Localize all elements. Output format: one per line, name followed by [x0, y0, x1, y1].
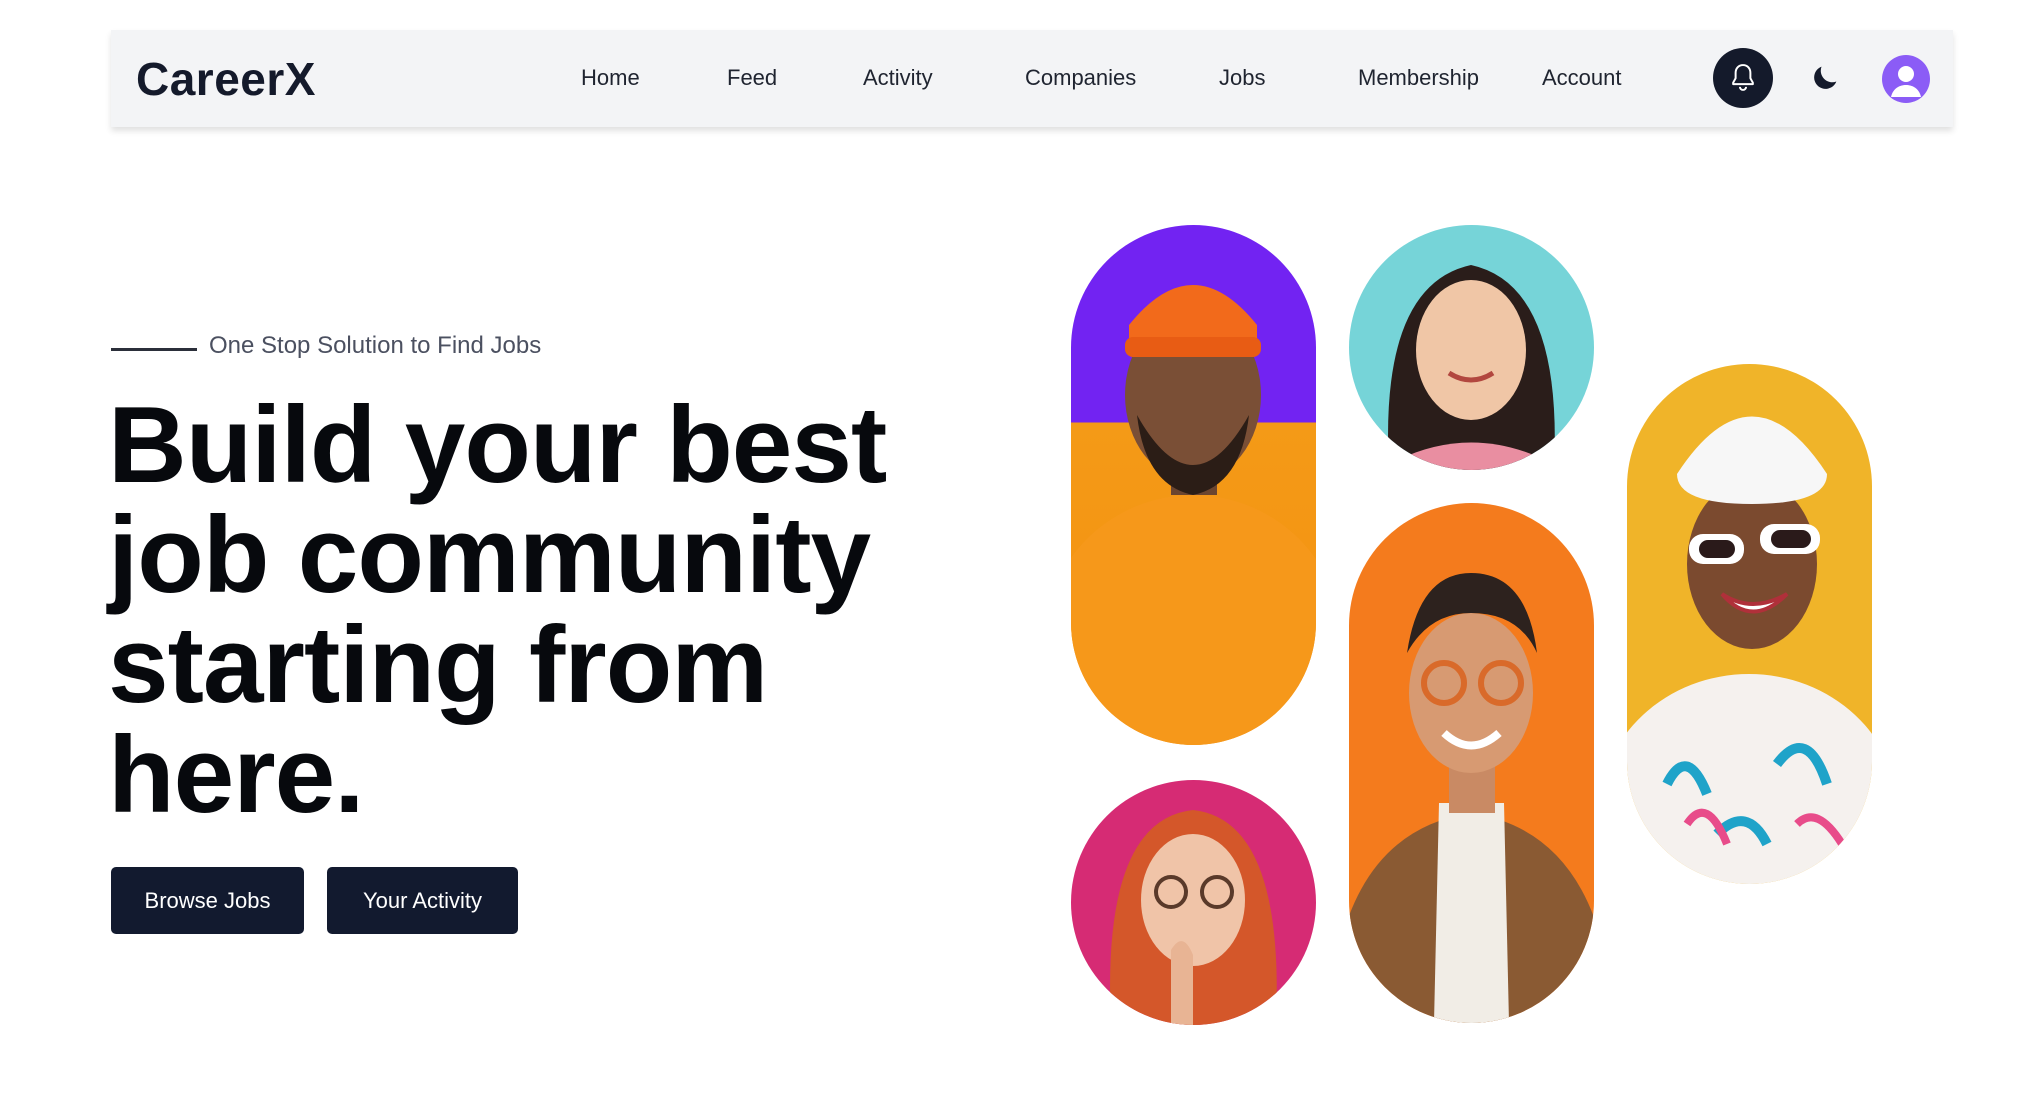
nav-link-feed[interactable]: Feed	[727, 65, 777, 91]
portrait-man-orange-beanie	[1071, 225, 1316, 745]
theme-toggle-button[interactable]	[1805, 58, 1845, 98]
user-avatar-button[interactable]	[1882, 55, 1930, 103]
tagline: One Stop Solution to Find Jobs	[111, 330, 541, 362]
page: CareerX Home Feed Activity Companies Job…	[0, 0, 2038, 1114]
user-avatar-icon	[1891, 66, 1921, 97]
nav-link-membership[interactable]: Membership	[1358, 65, 1479, 91]
nav-link-jobs[interactable]: Jobs	[1219, 65, 1265, 91]
your-activity-button[interactable]: Your Activity	[327, 867, 518, 934]
portrait-woman-sunglasses-yellow	[1627, 364, 1872, 884]
portrait-woman-smiling-teal	[1349, 225, 1594, 470]
nav-link-companies[interactable]: Companies	[1025, 65, 1136, 91]
hero-title-line: starting from	[108, 604, 768, 726]
navbar: CareerX Home Feed Activity Companies Job…	[111, 30, 1953, 127]
portrait-woman-redhead-pink	[1071, 780, 1316, 1025]
hero-title-line: here.	[108, 714, 365, 836]
tagline-divider	[111, 347, 197, 351]
tagline-text: One Stop Solution to Find Jobs	[209, 332, 542, 359]
hero-title-line: Build your best	[108, 384, 887, 506]
notifications-button[interactable]	[1713, 48, 1773, 108]
nav-link-home[interactable]: Home	[581, 65, 640, 91]
hero-title: Build your best job community starting f…	[108, 390, 1008, 830]
bell-icon	[1732, 64, 1754, 91]
hero-title-line: job community	[108, 494, 871, 616]
portrait-man-glasses-orange	[1349, 503, 1594, 1023]
nav-link-activity[interactable]: Activity	[863, 65, 933, 91]
brand-logo[interactable]: CareerX	[136, 52, 316, 106]
browse-jobs-button[interactable]: Browse Jobs	[111, 867, 304, 934]
moon-icon	[1814, 66, 1837, 89]
nav-link-account[interactable]: Account	[1542, 65, 1622, 91]
